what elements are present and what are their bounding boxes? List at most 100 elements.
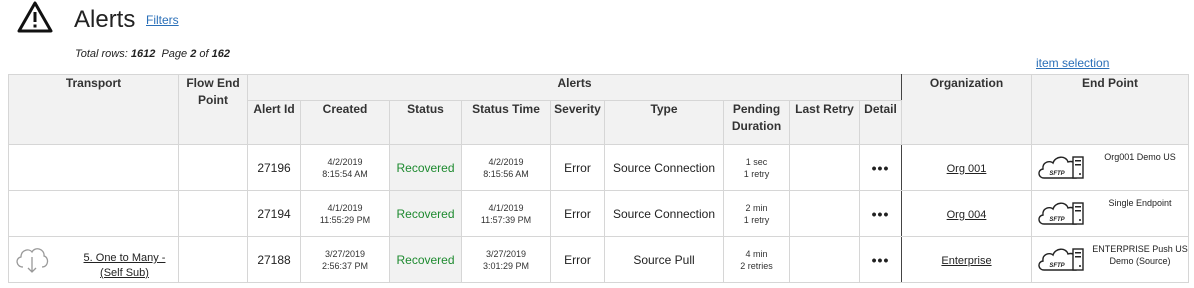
- sftp-icon-text: SFTP: [1049, 263, 1065, 269]
- type-cell: Source Pull: [604, 236, 724, 283]
- severity-cell: Error: [550, 190, 605, 237]
- total-rows-value: 1612: [130, 48, 156, 60]
- detail-more-icon[interactable]: •••: [859, 144, 902, 191]
- cloud-download-icon: [16, 248, 49, 273]
- pagination-summary: Total rows: 1612 Page 2 of 162: [75, 48, 230, 60]
- warning-icon: [17, 1, 53, 33]
- status-time: 3:01:29 PM: [482, 260, 530, 271]
- alert-id-cell: 27188: [247, 236, 301, 283]
- column-header-end-point[interactable]: End Point: [1031, 74, 1189, 145]
- alerts-group-header: Alerts: [247, 74, 902, 101]
- organization-link[interactable]: Enterprise: [941, 255, 991, 267]
- page-header: Alerts Filters Total rows: 1612 Page 2 o…: [0, 0, 1194, 70]
- column-header-organization[interactable]: Organization: [901, 74, 1032, 145]
- severity-cell: Error: [550, 236, 605, 283]
- organization-cell: Org 001: [901, 144, 1032, 191]
- organization-cell: Org 004: [901, 190, 1032, 237]
- column-header-detail[interactable]: Detail: [859, 100, 902, 145]
- pending-duration: 4 min: [745, 248, 768, 259]
- pending-duration-cell: 4 min 2 retries: [723, 236, 790, 283]
- table-row[interactable]: 5. One to Many - (Self Sub) 27188 3/27/2…: [8, 236, 1189, 283]
- column-header-last-retry[interactable]: Last Retry: [789, 100, 860, 145]
- pending-retries: 1 retry: [743, 168, 770, 179]
- status-date: 4/2/2019: [488, 156, 524, 167]
- end-point-name: Single Endpoint: [1108, 198, 1172, 208]
- status-time: 11:57:39 PM: [480, 214, 532, 225]
- status-cell: Recovered: [389, 236, 462, 283]
- alerts-table: Transport Flow End Point Alerts Organiza…: [8, 74, 1189, 283]
- sftp-icon-text: SFTP: [1049, 171, 1065, 177]
- created-date: 4/1/2019: [327, 202, 363, 213]
- column-header-status-time[interactable]: Status Time: [461, 100, 551, 145]
- type-cell: Source Connection: [604, 144, 724, 191]
- end-point-cell: SFTP Org001 Demo US: [1031, 144, 1189, 191]
- status-time-cell: 4/2/2019 8:15:56 AM: [461, 144, 551, 191]
- sftp-cloud-icon: SFTP: [1038, 202, 1084, 225]
- status-time-cell: 3/27/2019 3:01:29 PM: [461, 236, 551, 283]
- page-title: Alerts: [74, 6, 136, 33]
- pending-retries: 2 retries: [740, 260, 773, 271]
- detail-more-icon[interactable]: •••: [859, 190, 902, 237]
- pending-retries: 1 retry: [743, 214, 770, 225]
- organization-link[interactable]: Org 004: [947, 209, 987, 221]
- pending-duration: 1 sec: [745, 156, 768, 167]
- status-cell: Recovered: [389, 144, 462, 191]
- severity-cell: Error: [550, 144, 605, 191]
- sftp-cloud-icon: SFTP: [1038, 248, 1084, 271]
- page-count: 162: [211, 48, 231, 60]
- created-date: 4/2/2019: [327, 156, 363, 167]
- detail-more-icon[interactable]: •••: [859, 236, 902, 283]
- last-retry-cell: [789, 190, 860, 237]
- created-time: 2:56:37 PM: [321, 260, 369, 271]
- page-label: Page: [161, 48, 188, 60]
- alert-id-cell: 27194: [247, 190, 301, 237]
- column-header-type[interactable]: Type: [604, 100, 724, 145]
- of-label: of: [199, 48, 209, 60]
- created-time: 11:55:29 PM: [319, 214, 371, 225]
- flow-end-point-cell: [178, 144, 248, 191]
- column-header-alert-id[interactable]: Alert Id: [247, 100, 301, 145]
- status-time: 8:15:56 AM: [483, 168, 529, 179]
- status-time-cell: 4/1/2019 11:57:39 PM: [461, 190, 551, 237]
- created-date: 3/27/2019: [324, 248, 366, 259]
- pending-duration-cell: 1 sec 1 retry: [723, 144, 790, 191]
- organization-link[interactable]: Org 001: [947, 163, 987, 175]
- total-rows-label: Total rows:: [75, 48, 128, 60]
- last-retry-cell: [789, 144, 860, 191]
- column-header-status[interactable]: Status: [389, 100, 462, 145]
- end-point-cell: SFTP ENTERPRISE Push US Demo (Source): [1031, 236, 1189, 283]
- sftp-icon-text: SFTP: [1049, 217, 1065, 223]
- flow-end-point-cell: [178, 190, 248, 237]
- organization-cell: Enterprise: [901, 236, 1032, 283]
- alert-id-cell: 27196: [247, 144, 301, 191]
- created-cell: 4/1/2019 11:55:29 PM: [300, 190, 390, 237]
- transport-cell: 5. One to Many - (Self Sub): [8, 236, 179, 283]
- flow-end-point-cell: [178, 236, 248, 283]
- end-point-cell: SFTP Single Endpoint: [1031, 190, 1189, 237]
- created-time: 8:15:54 AM: [322, 168, 368, 179]
- status-cell: Recovered: [389, 190, 462, 237]
- column-header-pending-duration[interactable]: Pending Duration: [723, 100, 790, 145]
- item-selection-link[interactable]: item selection: [1036, 56, 1109, 70]
- transport-cell: [8, 190, 179, 237]
- last-retry-cell: [789, 236, 860, 283]
- status-date: 4/1/2019: [488, 202, 524, 213]
- type-cell: Source Connection: [604, 190, 724, 237]
- column-header-severity[interactable]: Severity: [550, 100, 605, 145]
- table-row[interactable]: 27194 4/1/2019 11:55:29 PM Recovered 4/1…: [8, 190, 1189, 237]
- sftp-cloud-icon: SFTP: [1038, 156, 1084, 179]
- column-header-flow-end-point[interactable]: Flow End Point: [178, 74, 248, 145]
- end-point-name: ENTERPRISE Push US Demo (Source): [1092, 244, 1188, 266]
- pending-duration: 2 min: [745, 202, 768, 213]
- table-row[interactable]: 27196 4/2/2019 8:15:54 AM Recovered 4/2/…: [8, 144, 1189, 191]
- filters-link[interactable]: Filters: [146, 13, 179, 27]
- created-cell: 4/2/2019 8:15:54 AM: [300, 144, 390, 191]
- column-header-created[interactable]: Created: [300, 100, 390, 145]
- pending-duration-cell: 2 min 1 retry: [723, 190, 790, 237]
- status-date: 3/27/2019: [485, 248, 527, 259]
- column-header-transport[interactable]: Transport: [8, 74, 179, 145]
- page-number: 2: [190, 48, 197, 60]
- transport-link[interactable]: 5. One to Many - (Self Sub): [71, 251, 178, 281]
- end-point-name: Org001 Demo US: [1104, 152, 1176, 162]
- created-cell: 3/27/2019 2:56:37 PM: [300, 236, 390, 283]
